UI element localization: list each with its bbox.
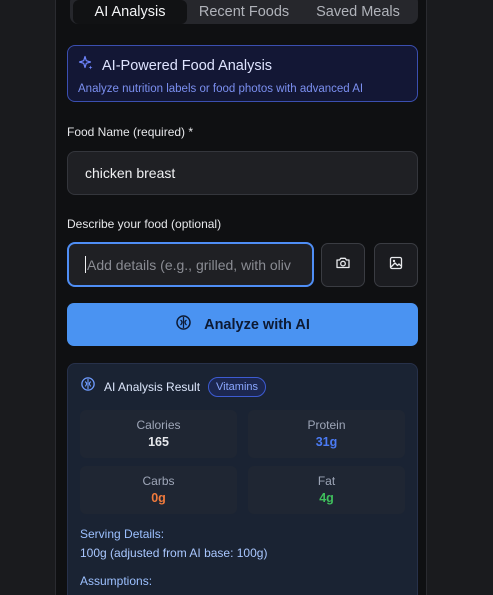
tab-recent-foods[interactable]: Recent Foods bbox=[187, 0, 301, 24]
stat-value: 4g bbox=[319, 491, 334, 505]
sparkles-icon bbox=[78, 55, 94, 76]
food-name-label: Food Name (required) * bbox=[67, 125, 194, 139]
stat-value: 31g bbox=[315, 435, 338, 449]
brain-icon bbox=[80, 376, 96, 397]
description-label: Describe your food (optional) bbox=[67, 217, 222, 231]
ai-info-banner: AI-Powered Food Analysis Analyze nutriti… bbox=[67, 45, 418, 102]
image-upload-button[interactable] bbox=[374, 243, 418, 287]
stat-label: Calories bbox=[136, 418, 181, 432]
stat-value: 0g bbox=[151, 491, 166, 505]
description-placeholder: Add details (e.g., grilled, with oliv bbox=[87, 256, 291, 273]
outer-background-left bbox=[0, 0, 55, 595]
food-name-input[interactable]: chicken breast bbox=[67, 151, 418, 195]
vitamins-badge[interactable]: Vitamins bbox=[208, 376, 267, 397]
serving-details-label: Serving Details: bbox=[80, 527, 165, 541]
outer-background-right bbox=[427, 0, 493, 595]
stat-value: 165 bbox=[148, 435, 169, 449]
stat-label: Carbs bbox=[142, 474, 175, 488]
analyze-with-ai-button[interactable]: Analyze with AI bbox=[67, 303, 418, 346]
ai-banner-subtitle: Analyze nutrition labels or food photos … bbox=[78, 83, 364, 95]
stat-label: Protein bbox=[307, 418, 346, 432]
text-caret bbox=[85, 256, 86, 273]
protein-stat: Protein 31g bbox=[248, 410, 405, 458]
tab-bar: AI Analysis Recent Foods Saved Meals bbox=[70, 0, 418, 24]
image-icon bbox=[388, 255, 404, 276]
analyze-button-label: Analyze with AI bbox=[204, 316, 310, 333]
brain-icon bbox=[175, 314, 192, 335]
serving-details-value: 100g (adjusted from AI base: 100g) bbox=[80, 546, 268, 560]
stat-label: Fat bbox=[317, 474, 336, 488]
calories-stat: Calories 165 bbox=[80, 410, 237, 458]
fat-stat: Fat 4g bbox=[248, 466, 405, 514]
result-title: AI Analysis Result bbox=[104, 379, 201, 394]
camera-button[interactable] bbox=[321, 243, 365, 287]
assumptions-label: Assumptions: bbox=[80, 574, 153, 588]
carbs-stat: Carbs 0g bbox=[80, 466, 237, 514]
ai-banner-title: AI-Powered Food Analysis bbox=[102, 57, 273, 74]
ai-analysis-result-card: AI Analysis Result Vitamins Calories 165… bbox=[67, 363, 418, 595]
tab-ai-analysis[interactable]: AI Analysis bbox=[73, 0, 187, 24]
description-input[interactable]: Add details (e.g., grilled, with oliv bbox=[67, 242, 314, 287]
tab-saved-meals[interactable]: Saved Meals bbox=[301, 0, 415, 24]
camera-icon bbox=[335, 255, 351, 276]
